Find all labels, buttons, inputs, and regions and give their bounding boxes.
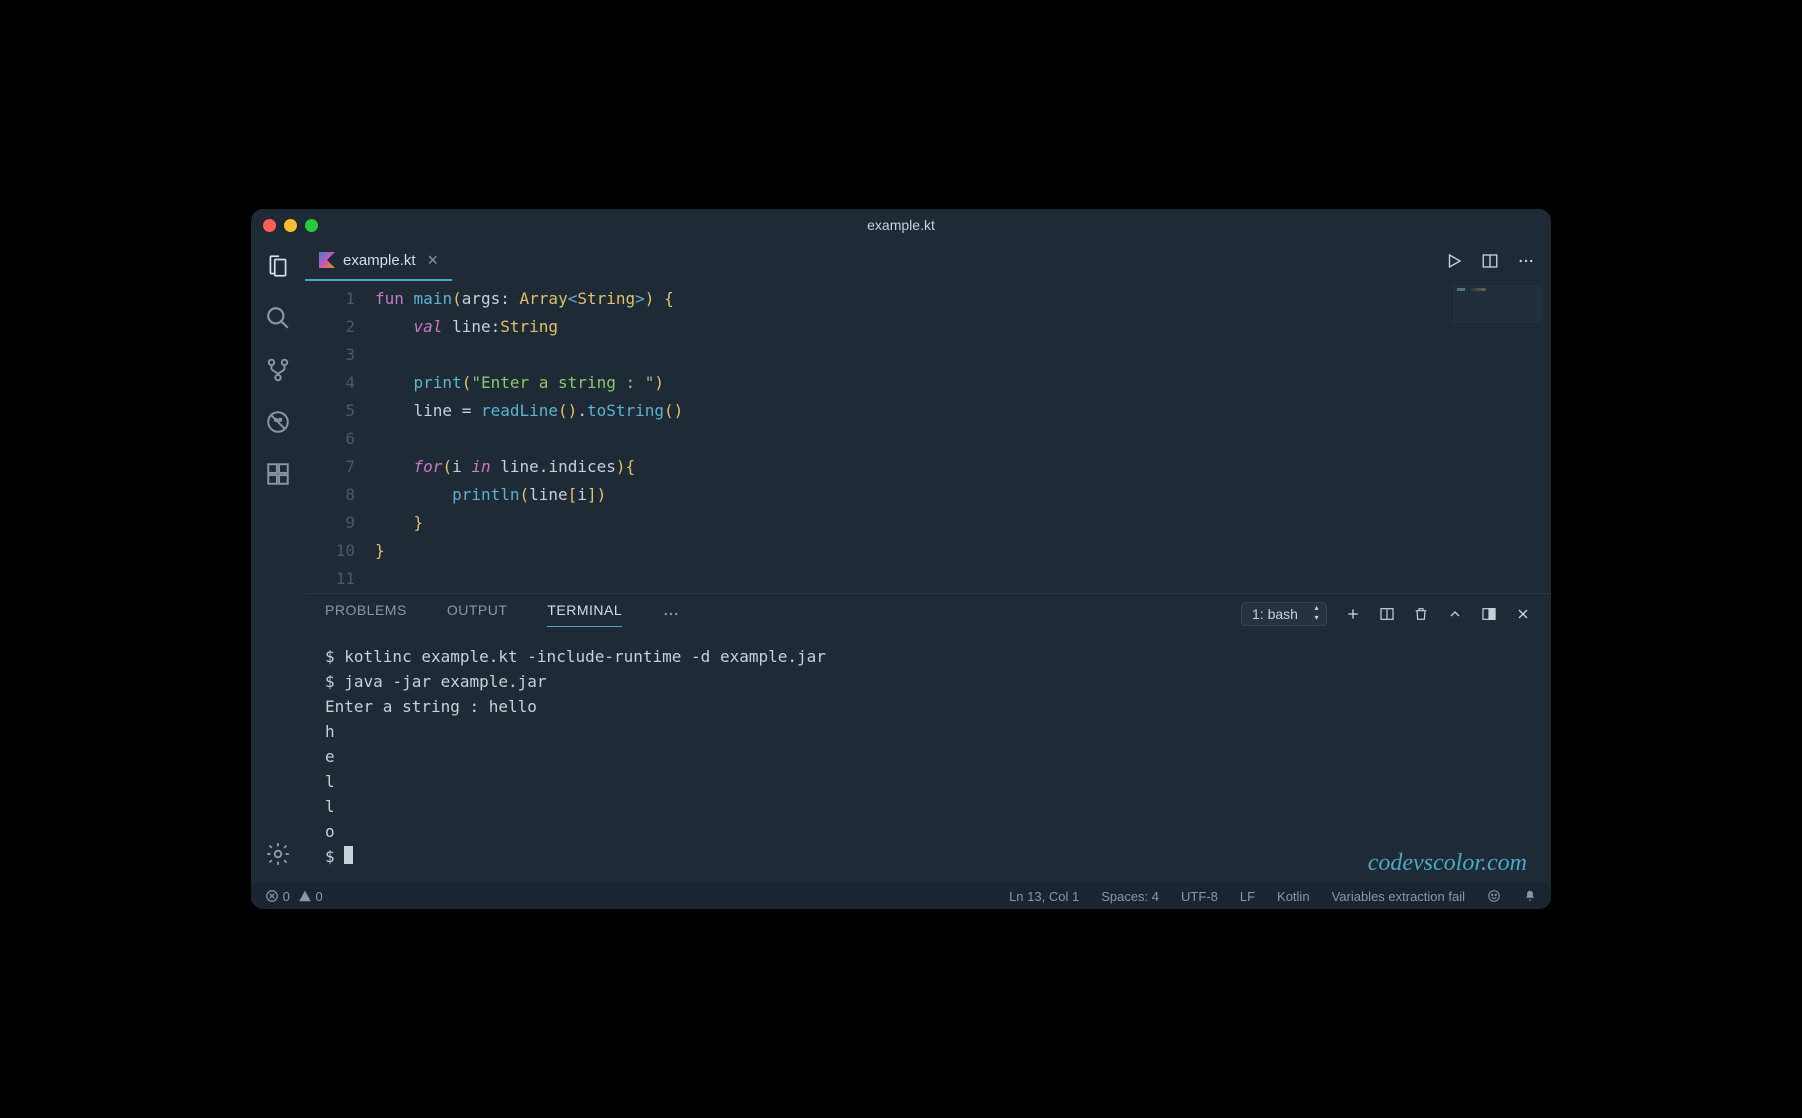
close-window-button[interactable] xyxy=(263,219,276,232)
new-terminal-icon[interactable] xyxy=(1345,606,1361,622)
close-tab-icon[interactable]: × xyxy=(428,250,439,271)
status-language[interactable]: Kotlin xyxy=(1277,889,1310,904)
panel-more-icon[interactable] xyxy=(662,605,680,623)
trash-icon[interactable] xyxy=(1413,606,1429,622)
search-icon[interactable] xyxy=(263,303,293,333)
activity-bar xyxy=(251,241,305,883)
panel-tab-terminal[interactable]: TERMINAL xyxy=(547,602,622,627)
chevron-up-icon[interactable] xyxy=(1447,606,1463,622)
editor-actions xyxy=(1445,252,1551,270)
errors-count[interactable]: 0 xyxy=(265,889,290,904)
workbench: example.kt × 1 2 3 4 5 6 7 xyxy=(251,241,1551,883)
status-eol[interactable]: LF xyxy=(1240,889,1255,904)
explorer-icon[interactable] xyxy=(263,251,293,281)
terminal-output[interactable]: $ kotlinc example.kt -include-runtime -d… xyxy=(305,634,1551,883)
kotlin-file-icon xyxy=(319,252,335,268)
debug-icon[interactable] xyxy=(263,407,293,437)
line-numbers: 1 2 3 4 5 6 7 8 9 10 11 xyxy=(305,285,375,593)
titlebar: example.kt xyxy=(251,209,1551,241)
extensions-icon[interactable] xyxy=(263,459,293,489)
run-icon[interactable] xyxy=(1445,252,1463,270)
maximize-window-button[interactable] xyxy=(305,219,318,232)
traffic-lights xyxy=(263,219,318,232)
minimap[interactable] xyxy=(1453,285,1543,323)
window-title: example.kt xyxy=(867,217,935,233)
code-content[interactable]: fun main(args: Array<String>) { val line… xyxy=(375,285,1551,593)
panel-tab-problems[interactable]: PROBLEMS xyxy=(325,602,407,626)
panel-tabs: PROBLEMS OUTPUT TERMINAL 1: bash xyxy=(305,594,1551,634)
minimize-window-button[interactable] xyxy=(284,219,297,232)
status-note[interactable]: Variables extraction fail xyxy=(1332,889,1465,904)
panel-actions: 1: bash xyxy=(1241,602,1531,626)
split-terminal-icon[interactable] xyxy=(1379,606,1395,622)
settings-gear-icon[interactable] xyxy=(263,839,293,869)
tab-label: example.kt xyxy=(343,252,416,269)
code-editor[interactable]: 1 2 3 4 5 6 7 8 9 10 11 fun main(args: A… xyxy=(305,281,1551,593)
maximize-panel-icon[interactable] xyxy=(1481,606,1497,622)
bottom-panel: PROBLEMS OUTPUT TERMINAL 1: bash xyxy=(305,593,1551,883)
bell-icon[interactable] xyxy=(1523,889,1537,903)
tab-example-kt[interactable]: example.kt × xyxy=(305,241,452,281)
close-panel-icon[interactable] xyxy=(1515,606,1531,622)
status-indent[interactable]: Spaces: 4 xyxy=(1101,889,1159,904)
editor-group: example.kt × 1 2 3 4 5 6 7 xyxy=(305,241,1551,883)
vscode-window: example.kt xyxy=(251,209,1551,909)
tab-bar: example.kt × xyxy=(305,241,1551,281)
terminal-selector[interactable]: 1: bash xyxy=(1241,602,1327,626)
panel-tab-output[interactable]: OUTPUT xyxy=(447,602,508,626)
warnings-count[interactable]: 0 xyxy=(298,889,323,904)
feedback-smiley-icon[interactable] xyxy=(1487,889,1501,903)
watermark: codevscolor.com xyxy=(1368,850,1527,877)
status-encoding[interactable]: UTF-8 xyxy=(1181,889,1218,904)
split-editor-icon[interactable] xyxy=(1481,252,1499,270)
status-bar: 0 0 Ln 13, Col 1 Spaces: 4 UTF-8 LF Kotl… xyxy=(251,883,1551,909)
more-actions-icon[interactable] xyxy=(1517,252,1535,270)
status-cursor[interactable]: Ln 13, Col 1 xyxy=(1009,889,1079,904)
source-control-icon[interactable] xyxy=(263,355,293,385)
terminal-cursor xyxy=(344,846,353,864)
